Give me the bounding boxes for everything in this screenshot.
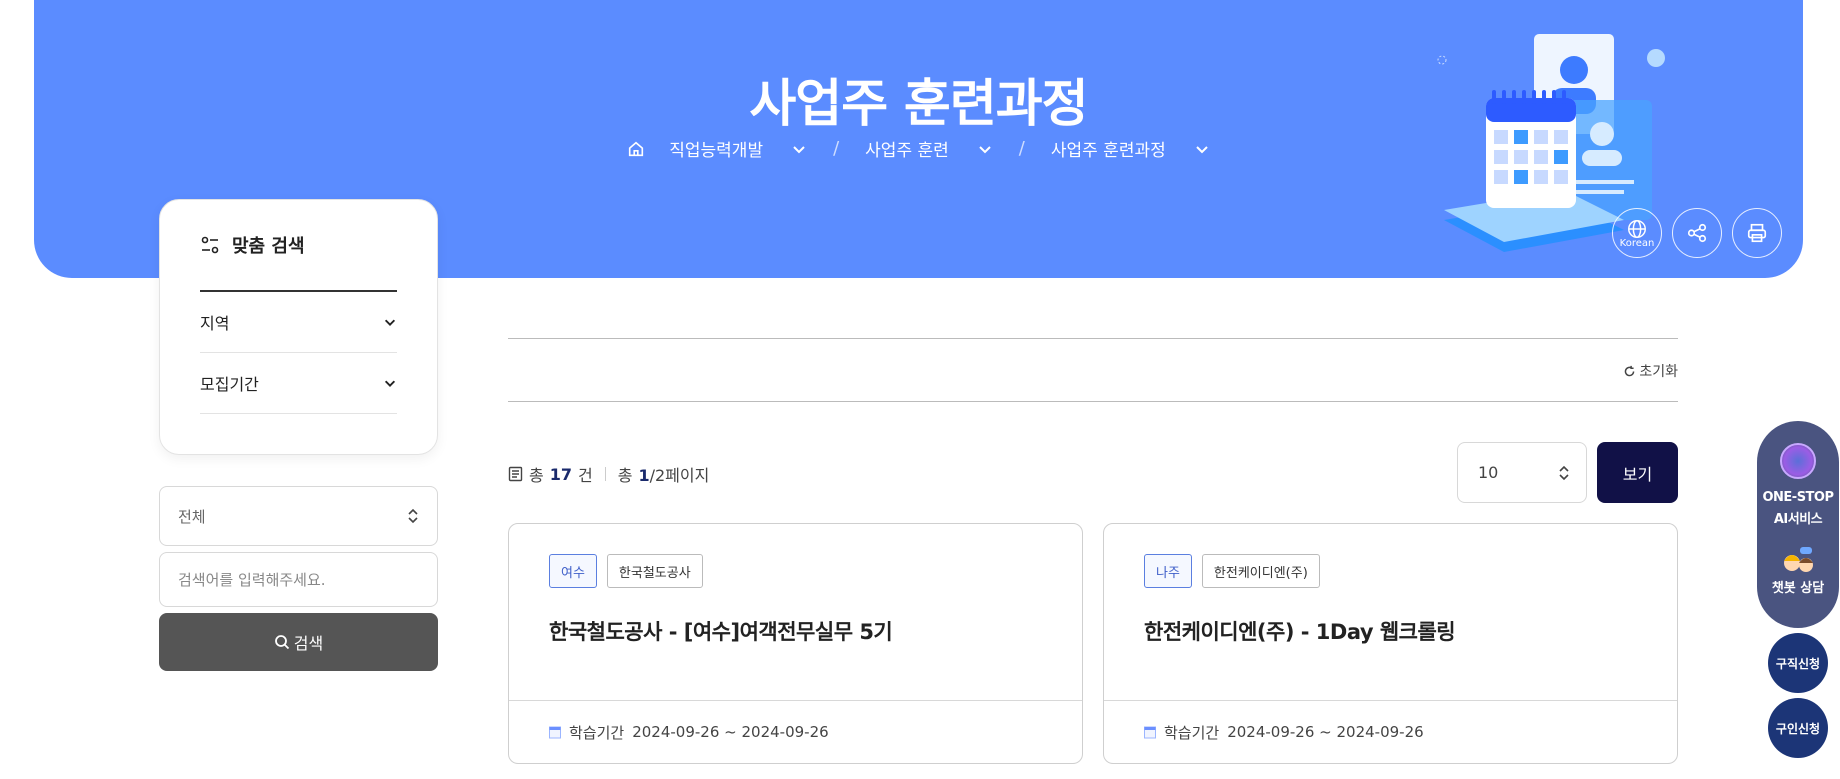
home-icon[interactable]	[627, 140, 645, 158]
breadcrumb-item-2[interactable]: 사업주 훈련	[865, 136, 993, 161]
page-current: 1	[638, 466, 650, 485]
filter-recruit-period[interactable]: 모집기간	[200, 353, 397, 414]
count-unit: 건	[578, 466, 593, 485]
period-value: 2024-09-26 ~ 2024-09-26	[1227, 723, 1424, 741]
page: 사업주 훈련과정 직업능력개발 / 사업주 훈련 / 사업주 훈련과정 Kore…	[0, 0, 1840, 779]
globe-icon	[1628, 219, 1646, 238]
per-page-value: 10	[1478, 463, 1499, 482]
search-icon	[274, 635, 289, 650]
one-stop-logo-icon	[1780, 443, 1816, 479]
select-value: 전체	[178, 507, 206, 526]
one-stop-ai-service[interactable]: ONE-STOP AI서비스 챗봇 상담	[1757, 421, 1839, 628]
custom-search-title: 맞춤 검색	[232, 236, 305, 257]
org-tag: 한국철도공사	[606, 554, 703, 588]
breadcrumb-label: 사업주 훈련과정	[1050, 141, 1166, 161]
share-button[interactable]	[1672, 208, 1722, 258]
ai-service-label: ONE-STOP AI서비스	[1762, 487, 1834, 531]
card-tags: 나주 한전케이디엔(주)	[1144, 554, 1637, 588]
custom-search-heading: 맞춤 검색	[200, 200, 397, 292]
period-label: 학습기간	[1164, 723, 1220, 742]
updown-icon	[408, 508, 418, 524]
calendar-icon	[549, 726, 561, 738]
filter-icon	[201, 236, 219, 254]
count-total: 17	[549, 464, 572, 484]
breadcrumb-item-3[interactable]: 사업주 훈련과정	[1051, 136, 1210, 161]
breadcrumb-separator: /	[1018, 138, 1025, 159]
reset-button[interactable]: 초기화	[1623, 361, 1678, 381]
chevron-down-icon	[384, 319, 396, 326]
breadcrumb-label: 직업능력개발	[669, 141, 764, 161]
card-footer: 학습기간 2024-09-26 ~ 2024-09-26	[509, 701, 1082, 763]
period-value: 2024-09-26 ~ 2024-09-26	[632, 723, 829, 741]
ai-line2: AI서비스	[1773, 512, 1823, 527]
card-tags: 여수 한국철도공사	[549, 554, 1042, 588]
divider	[508, 401, 1678, 402]
ai-line1: ONE-STOP	[1762, 490, 1834, 505]
search-category-select[interactable]: 전체	[159, 486, 438, 546]
view-button[interactable]: 보기	[1597, 442, 1678, 503]
updown-icon	[1559, 465, 1569, 480]
per-page-select[interactable]: 10	[1457, 442, 1587, 503]
filter-region[interactable]: 지역	[200, 292, 397, 353]
search-button[interactable]: 검색	[159, 613, 438, 671]
search-button-label: 검색	[293, 636, 324, 653]
print-button[interactable]	[1732, 208, 1782, 258]
print-icon	[1747, 223, 1767, 243]
job-offer-button[interactable]: 구인신청	[1768, 698, 1828, 758]
share-icon	[1687, 223, 1707, 243]
breadcrumb-item-1[interactable]: 직업능력개발	[669, 136, 807, 161]
page-suffix: /2페이지	[649, 466, 710, 485]
page-prefix: 총	[617, 466, 633, 485]
chevron-down-icon	[793, 145, 805, 153]
card-body: 여수 한국철도공사 한국철도공사 - [여수]여객전무실무 5기	[509, 524, 1082, 701]
divider	[604, 467, 606, 481]
course-card[interactable]: 여수 한국철도공사 한국철도공사 - [여수]여객전무실무 5기 학습기간 20…	[508, 523, 1083, 764]
org-tag: 한전케이디엔(주)	[1201, 554, 1320, 588]
chevron-down-icon	[1196, 145, 1208, 153]
divider	[508, 338, 1678, 339]
job-seek-button[interactable]: 구직신청	[1768, 633, 1828, 693]
course-title[interactable]: 한국철도공사 - [여수]여객전무실무 5기	[549, 616, 1042, 646]
breadcrumb-label: 사업주 훈련	[865, 141, 949, 161]
card-body: 나주 한전케이디엔(주) 한전케이디엔(주) - 1Day 웹크롤링	[1104, 524, 1677, 701]
course-card[interactable]: 나주 한전케이디엔(주) 한전케이디엔(주) - 1Day 웹크롤링 학습기간 …	[1103, 523, 1678, 764]
search-input[interactable]	[159, 552, 438, 607]
language-button[interactable]: Korean	[1612, 208, 1662, 258]
breadcrumb-separator: /	[833, 138, 840, 159]
custom-search-panel: 맞춤 검색 지역 모집기간	[159, 199, 438, 455]
list-icon	[508, 466, 523, 482]
chatbot-label: 챗봇 상담	[1771, 581, 1825, 596]
reset-label: 초기화	[1639, 364, 1678, 380]
result-count: 총 17 건 총 1/2페이지	[508, 462, 709, 486]
course-title[interactable]: 한전케이디엔(주) - 1Day 웹크롤링	[1144, 616, 1637, 646]
language-label: Korean	[1619, 237, 1655, 249]
refresh-icon	[1625, 365, 1635, 376]
filter-label: 모집기간	[200, 375, 259, 394]
chatbot-icon	[1784, 547, 1813, 572]
chevron-down-icon	[384, 380, 396, 387]
count-prefix: 총	[529, 466, 544, 485]
calendar-icon	[1144, 726, 1156, 738]
card-footer: 학습기간 2024-09-26 ~ 2024-09-26	[1104, 701, 1677, 763]
region-tag: 여수	[549, 554, 597, 588]
period-label: 학습기간	[569, 723, 625, 742]
region-tag: 나주	[1144, 554, 1192, 588]
filter-label: 지역	[200, 314, 230, 333]
chevron-down-icon	[979, 145, 991, 153]
